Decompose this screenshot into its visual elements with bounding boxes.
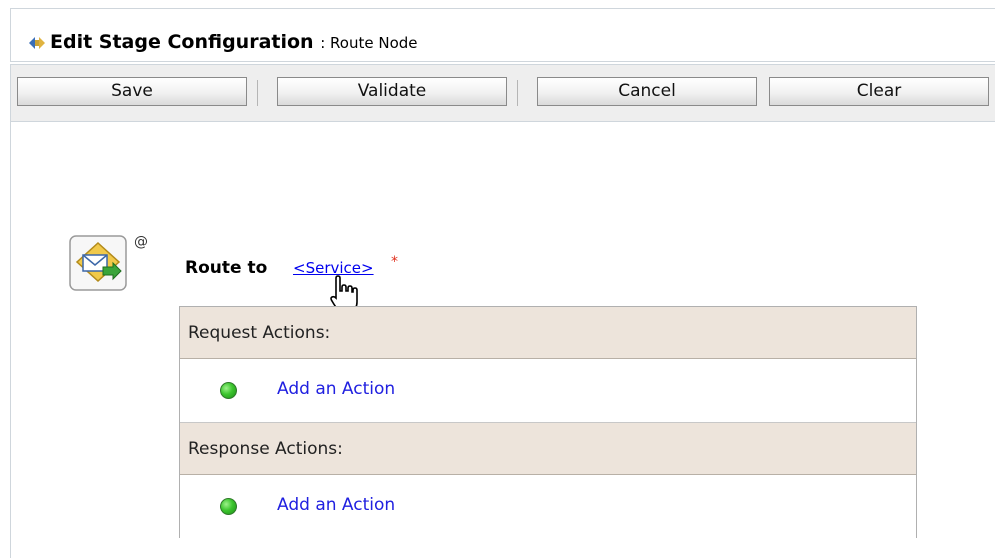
toolbar-separator — [517, 80, 518, 106]
response-actions-header: Response Actions: — [180, 423, 916, 475]
route-to-label: Route to — [185, 258, 268, 278]
request-actions-row: Add an Action — [180, 359, 916, 423]
save-button[interactable]: Save — [17, 77, 247, 106]
toolbar: Save Validate Cancel Clear — [10, 64, 995, 122]
add-response-action-link[interactable]: Add an Action — [277, 495, 395, 515]
add-action-icon[interactable] — [220, 382, 237, 399]
page-title-text: Edit Stage Configuration — [50, 31, 314, 53]
request-actions-header: Request Actions: — [180, 307, 916, 359]
cancel-button[interactable]: Cancel — [537, 77, 757, 106]
validate-button[interactable]: Validate — [277, 77, 507, 106]
add-request-action-link[interactable]: Add an Action — [277, 379, 395, 399]
page-title: Edit Stage Configuration : Route Node — [50, 31, 418, 53]
response-actions-row: Add an Action — [180, 475, 916, 539]
page-subtitle: : Route Node — [320, 34, 418, 52]
stage-config-icon — [29, 37, 45, 49]
add-action-icon[interactable] — [220, 498, 237, 515]
toolbar-separator — [257, 80, 258, 106]
route-node-icon[interactable] — [69, 235, 127, 291]
at-icon[interactable]: @ — [134, 234, 148, 250]
clear-button[interactable]: Clear — [769, 77, 989, 106]
actions-panel: Request Actions: Add an Action Response … — [179, 306, 917, 539]
page-header: Edit Stage Configuration : Route Node — [10, 8, 995, 62]
required-indicator: * — [391, 254, 398, 270]
